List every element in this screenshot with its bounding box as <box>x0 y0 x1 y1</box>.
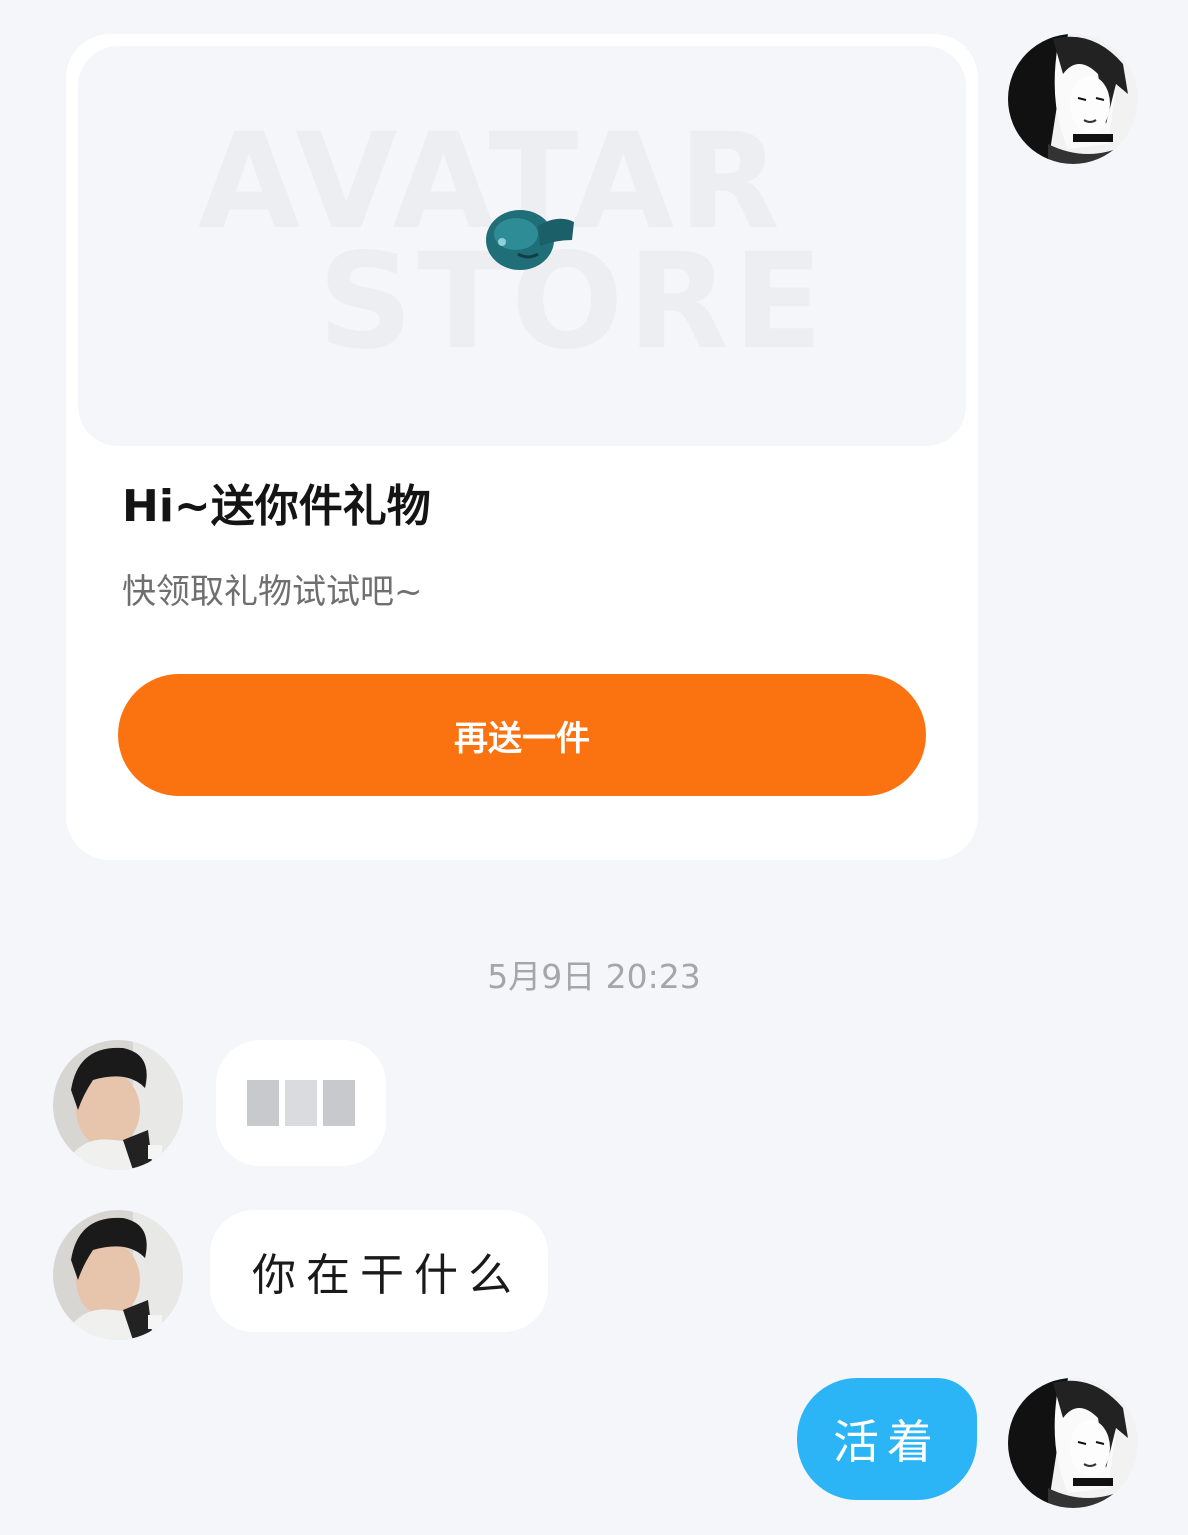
message-timestamp: 5月9日 20:23 <box>487 957 701 996</box>
avatar-image-anime-girl <box>1008 1378 1138 1508</box>
pixelated-content <box>247 1080 355 1126</box>
my-avatar[interactable] <box>1008 1378 1138 1508</box>
pacifier-icon <box>486 210 574 270</box>
gift-banner: AVATAR STORE <box>78 46 966 446</box>
gift-subtitle: 快领取礼物试试吧~ <box>122 572 423 612</box>
my-avatar[interactable] <box>1008 34 1138 164</box>
avatar-image-anime-girl <box>1008 34 1138 164</box>
avatar-image-boy <box>53 1210 183 1340</box>
chat-screen: AVATAR STORE Hi~送你件礼物 快领取礼物试试吧~ 再送一件 5月9… <box>0 0 1188 1535</box>
gift-card: AVATAR STORE Hi~送你件礼物 快领取礼物试试吧~ 再送一件 <box>66 34 978 860</box>
message-bubble-outgoing[interactable]: 活着 <box>797 1378 977 1500</box>
contact-avatar[interactable] <box>53 1210 183 1340</box>
contact-avatar[interactable] <box>53 1040 183 1170</box>
message-bubble-blurred[interactable] <box>216 1040 386 1166</box>
gift-title: Hi~送你件礼物 <box>122 481 431 532</box>
send-again-button[interactable]: 再送一件 <box>118 674 926 796</box>
message-bubble-incoming[interactable]: 你在干什么 <box>210 1210 548 1332</box>
avatar-image-boy <box>53 1040 183 1170</box>
